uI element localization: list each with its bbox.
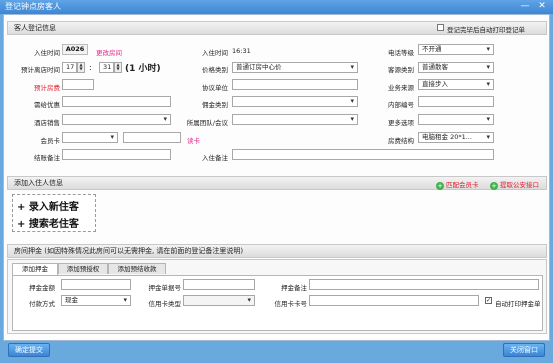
minimize-icon[interactable]: — <box>518 1 532 12</box>
discount-label: 需给优惠 <box>34 101 60 109</box>
pay-method-label: 付款方式 <box>29 300 55 308</box>
agreement-input[interactable] <box>232 79 358 90</box>
group-label: 所属团队/会议 <box>186 119 228 127</box>
more-options-select[interactable] <box>418 114 494 125</box>
deposit-amount-label: 押金金额 <box>29 284 55 292</box>
agreement-label: 协议单位 <box>202 84 228 92</box>
public-security-link[interactable]: + 提取公安接口 <box>490 179 539 190</box>
read-card-link[interactable]: 读卡 <box>187 135 200 145</box>
time-colon: : <box>89 63 92 72</box>
checkin-at-label: 入住时间 <box>202 49 228 57</box>
internal-no-input[interactable] <box>418 96 494 107</box>
expected-fee-label: 预计房费 <box>34 84 60 92</box>
card-no-input[interactable] <box>309 295 479 306</box>
deposit-receipt-input[interactable] <box>183 279 255 290</box>
duration-text: (1 小时) <box>125 64 161 74</box>
card-type-label: 信用卡类型 <box>148 300 182 308</box>
expected-leave-label: 预计离店时间 <box>21 66 60 74</box>
discount-input[interactable] <box>62 96 171 107</box>
source-label: 业务来源 <box>388 84 414 92</box>
phone-level-select[interactable]: 不开通 <box>418 44 494 55</box>
deposit-section-title: 房间押金 (如因特殊情况此房间可以无需押金, 请在前面的登记备注里说明) <box>14 247 244 255</box>
window-client: 客人登记信息 登记完毕后自动打印登记单 入住时间 A026 更改房间 入住时间 … <box>3 14 550 341</box>
minute-input[interactable]: 31 <box>99 62 114 73</box>
plus-circle-icon: + <box>490 182 498 190</box>
guests-section-title: 添加入住人信息 <box>14 179 63 187</box>
room-number: A026 <box>62 44 88 55</box>
tab-prepayment[interactable]: 添加预结收款 <box>108 263 166 274</box>
window-titlebar: 登记钟点房客人 — ✕ <box>0 0 553 14</box>
auto-print-deposit-label: 自动打印押金单 <box>495 300 541 308</box>
more-options-label: 更多选项 <box>388 119 414 127</box>
card-type-select[interactable] <box>183 295 255 306</box>
card-no-label: 信用卡卡号 <box>274 300 308 308</box>
deposit-section-header: 房间押金 (如因特殊情况此房间可以无需押金, 请在前面的登记备注里说明) <box>7 244 547 258</box>
hour-input[interactable]: 17 <box>62 62 77 73</box>
deposit-tab-content: 押金金额 押金单据号 押金备注 付款方式 现金 信用卡类型 信用卡卡号 ✓ 自动… <box>12 275 543 331</box>
guest-type-label: 客源类别 <box>388 66 414 74</box>
checkin-window: 登记钟点房客人 — ✕ 客人登记信息 登记完毕后自动打印登记单 入住时间 A02… <box>0 0 553 363</box>
expected-fee-input[interactable] <box>62 79 94 90</box>
confirm-submit-button[interactable]: 确定提交 <box>8 343 50 357</box>
deposit-note-input[interactable] <box>309 279 539 290</box>
checkin-at-value: 16:31 <box>232 47 251 55</box>
source-select[interactable]: 直接步入 <box>418 79 494 90</box>
bill-note-label: 结账备注 <box>34 154 60 162</box>
price-type-label: 价格类别 <box>202 66 228 74</box>
close-window-button[interactable]: 关闭窗口 <box>503 343 545 357</box>
close-icon[interactable]: ✕ <box>535 1 549 12</box>
window-title: 登记钟点房客人 <box>5 2 61 11</box>
checkin-note-label: 入住备注 <box>202 154 228 162</box>
deposit-receipt-label: 押金单据号 <box>148 284 182 292</box>
room-structure-select[interactable]: 电脑租金 20*1... <box>418 132 494 143</box>
member-card-input[interactable] <box>123 132 181 143</box>
sales-label: 酒店销售 <box>34 119 60 127</box>
deposit-tabs: 添加押金 添加预授权 添加预结收款 <box>12 263 192 275</box>
auto-print-checkbox[interactable] <box>437 24 444 31</box>
match-member-link[interactable]: + 匹配会员卡 <box>436 179 479 190</box>
tab-pre-authorization[interactable]: 添加预授权 <box>58 263 108 274</box>
deposit-amount-input[interactable] <box>61 279 131 290</box>
commission-select[interactable] <box>232 96 358 107</box>
deposit-note-label: 押金备注 <box>281 284 307 292</box>
sales-select[interactable] <box>62 114 171 125</box>
member-card-select[interactable] <box>62 132 118 143</box>
room-label: 入住时间 <box>34 49 60 57</box>
auto-print-label: 登记完毕后自动打印登记单 <box>447 26 525 34</box>
group-select[interactable] <box>232 114 358 125</box>
search-old-guest-button[interactable]: + 搜索老住客 <box>17 215 79 230</box>
guest-type-select[interactable]: 普通散客 <box>418 62 494 73</box>
hour-spinner[interactable]: ▲ ▼ <box>77 62 85 73</box>
room-structure-label: 房费结构 <box>388 137 414 145</box>
plus-circle-icon: + <box>436 182 444 190</box>
change-room-link[interactable]: 更改房间 <box>96 47 122 57</box>
deposit-panel: 添加押金 添加预授权 添加预结收款 押金金额 押金单据号 押金备注 付款方式 现… <box>7 259 547 334</box>
price-type-select[interactable]: 普通订房中心价 <box>232 62 358 73</box>
tab-add-deposit[interactable]: 添加押金 <box>12 263 58 275</box>
bill-note-input[interactable] <box>62 149 171 160</box>
commission-label: 佣金类别 <box>202 101 228 109</box>
minute-spinner[interactable]: ▲ ▼ <box>114 62 122 73</box>
auto-print-deposit-checkbox[interactable]: ✓ <box>485 297 492 304</box>
phone-level-label: 电话等级 <box>388 49 414 57</box>
internal-no-label: 内部编号 <box>388 101 414 109</box>
add-new-guest-button[interactable]: + 录入新住客 <box>17 198 79 213</box>
pay-method-select[interactable]: 现金 <box>61 295 131 306</box>
checkin-note-input[interactable] <box>232 149 494 160</box>
member-card-label: 会员卡 <box>40 137 61 145</box>
guest-section-title: 客人登记信息 <box>14 24 56 32</box>
